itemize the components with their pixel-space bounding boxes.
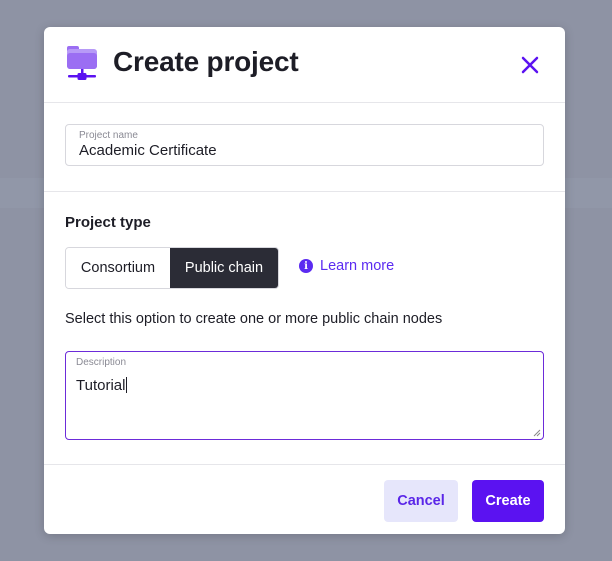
project-type-toggle: Consortium Public chain xyxy=(65,247,279,289)
close-icon[interactable] xyxy=(516,51,544,79)
create-button[interactable]: Create xyxy=(472,480,544,522)
description-field[interactable]: Description Tutorial xyxy=(65,351,544,440)
project-folder-network-icon xyxy=(67,46,97,80)
project-type-heading: Project type xyxy=(65,214,151,231)
project-name-section: Project name Academic Certificate xyxy=(44,104,565,192)
dialog-title: Create project xyxy=(113,46,299,77)
project-name-label: Project name xyxy=(79,130,138,141)
option-public-chain[interactable]: Public chain xyxy=(170,248,278,288)
project-type-helper-text: Select this option to create one or more… xyxy=(65,311,443,327)
learn-more-label[interactable]: Learn more xyxy=(320,258,394,274)
learn-more-link[interactable]: i Learn more xyxy=(299,258,394,274)
description-value[interactable]: Tutorial xyxy=(76,377,128,394)
create-project-dialog: Create project Project name Academic Cer… xyxy=(44,27,565,534)
resize-handle-icon[interactable] xyxy=(533,429,541,437)
description-text[interactable]: Tutorial xyxy=(76,377,125,394)
dialog-footer: Cancel Create xyxy=(44,464,565,534)
project-name-field[interactable]: Project name Academic Certificate xyxy=(65,124,544,166)
info-icon: i xyxy=(299,259,313,273)
description-label: Description xyxy=(76,357,127,368)
text-caret xyxy=(126,377,128,393)
option-consortium[interactable]: Consortium xyxy=(66,248,170,288)
cancel-button[interactable]: Cancel xyxy=(384,480,458,522)
project-name-value[interactable]: Academic Certificate xyxy=(79,142,217,159)
dialog-header: Create project xyxy=(44,27,565,103)
